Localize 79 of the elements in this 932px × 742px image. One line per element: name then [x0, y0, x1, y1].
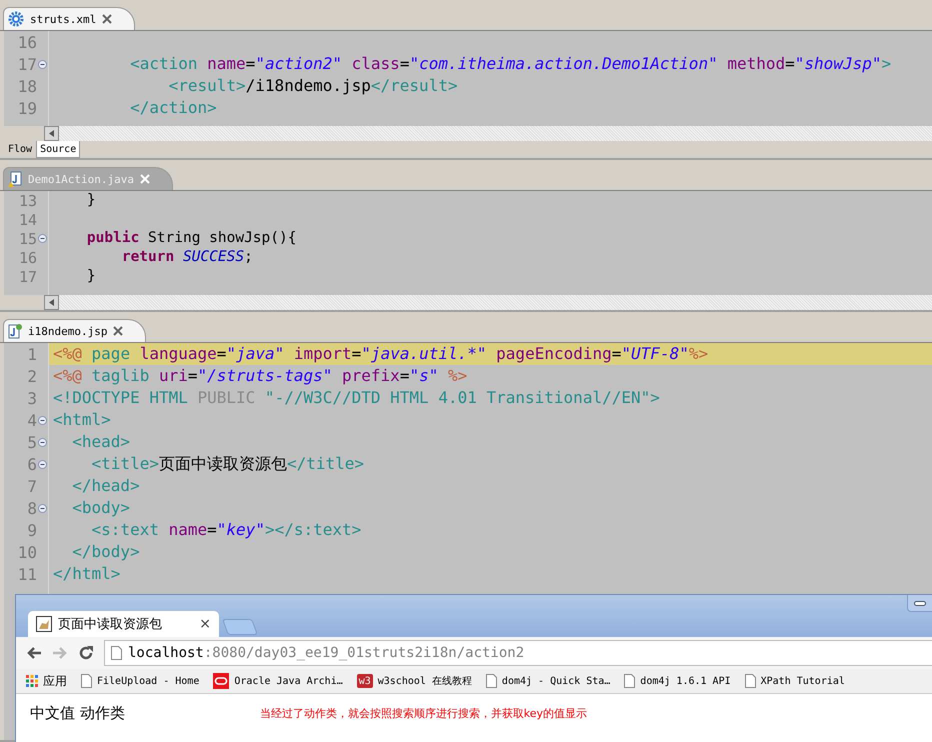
horizontal-scrollbar[interactable] — [44, 126, 932, 141]
line-number: 10 — [18, 542, 37, 562]
bookmark-link[interactable]: FileUpload - Home — [97, 676, 200, 686]
collapse-icon[interactable] — [38, 416, 47, 424]
page-icon — [624, 674, 636, 688]
view-tab[interactable]: Source — [36, 141, 80, 158]
collapse-icon[interactable] — [38, 504, 47, 512]
bookmark-link[interactable]: dom4j - Quick Sta… — [502, 676, 610, 686]
code-line: } — [86, 267, 96, 286]
page-icon — [744, 674, 756, 688]
page-icon — [486, 674, 497, 688]
collapse-icon[interactable] — [38, 234, 47, 243]
editor-tab[interactable]: struts.xml — [3, 7, 136, 30]
reload-icon[interactable] — [78, 645, 94, 661]
oval-logo-icon — [213, 673, 230, 689]
line-number: 1 — [27, 344, 37, 364]
code-line: <head> — [71, 431, 130, 453]
jsp-file-icon — [8, 323, 22, 339]
annotation-text: 当经过了动作类，就会按照搜索顺序进行搜索，并获取key的值显示 — [260, 706, 588, 721]
code-line: <title>页面中读取资源包</title> — [90, 453, 364, 475]
w3-badge-icon: w3 — [356, 674, 373, 688]
code-line: public String showJsp(){ — [86, 229, 296, 248]
line-number: 3 — [27, 388, 37, 408]
collapse-icon[interactable] — [38, 60, 47, 68]
editor-tab[interactable]: i18ndemo.jsp — [3, 319, 146, 342]
minimize-icon[interactable] — [914, 600, 926, 606]
bookmark-link[interactable]: dom4j 1.6.1 API — [640, 676, 731, 686]
line-number: 17 — [18, 54, 37, 74]
bookmark-link[interactable]: XPath Tutorial — [760, 676, 845, 686]
code-line: <action name="action2" class="com.itheima.action.Demo1Action" method="showJsp"> — [129, 53, 892, 75]
line-number: 16 — [18, 248, 37, 266]
line-number: 18 — [18, 76, 37, 96]
collapse-icon[interactable] — [38, 460, 47, 468]
code-line: <body> — [71, 497, 130, 519]
line-number: 11 — [18, 564, 37, 584]
line-number: 2 — [27, 366, 37, 386]
grid-icon — [26, 675, 38, 687]
collapse-icon[interactable] — [38, 438, 47, 446]
line-number: 17 — [18, 268, 37, 286]
code-line: </action> — [129, 97, 217, 119]
left-arrow-icon[interactable] — [49, 130, 54, 137]
close-icon[interactable] — [102, 14, 112, 24]
java-file-icon — [8, 171, 22, 187]
line-number: 4 — [27, 410, 37, 430]
line-number: 19 — [18, 98, 37, 118]
code-line: </body> — [71, 541, 140, 563]
code-line: <html> — [52, 409, 111, 431]
code-line: <s:text name="key"></s:text> — [90, 519, 362, 541]
code-line: <result>/i18ndemo.jsp</result> — [168, 75, 458, 97]
line-number: 13 — [18, 192, 37, 210]
page-icon — [81, 674, 92, 688]
code-line: </head> — [71, 475, 140, 497]
page-text: 中文值 动作类 — [30, 704, 125, 723]
page-icon — [111, 646, 122, 660]
code-line: } — [86, 191, 96, 210]
bookmark-link[interactable]: 应用 — [43, 672, 67, 690]
code-line: <%@ page language="java" import="java.util.*" pageEncoding="UTF-8"%> — [52, 343, 708, 365]
close-icon[interactable] — [113, 326, 124, 336]
line-number: 5 — [27, 432, 37, 452]
minimize-button[interactable] — [907, 595, 932, 612]
left-arrow-icon[interactable] — [49, 299, 54, 306]
view-tab[interactable]: Flow — [4, 141, 36, 158]
line-number: 15 — [18, 230, 37, 248]
address-field[interactable]: localhost:8080/day03_ee19_01struts2i18n/action2 — [104, 640, 932, 666]
gear-icon — [8, 11, 24, 27]
back-icon[interactable] — [26, 646, 42, 660]
code-line: <%@ taglib uri="/struts-tags" prefix="s" %> — [52, 365, 468, 387]
code-line: </html> — [52, 563, 120, 585]
line-number: 14 — [18, 210, 37, 228]
browser-tab[interactable]: 页面中读取资源包 × — [28, 611, 219, 637]
bookmark-link[interactable]: w3school 在线教程 — [378, 674, 472, 688]
code-line: return SUCCESS; — [120, 248, 253, 267]
line-number: 16 — [18, 32, 37, 52]
line-number: 7 — [27, 476, 37, 496]
line-number: 6 — [27, 454, 37, 474]
line-number: 8 — [27, 498, 37, 518]
bookmark-link[interactable]: Oracle Java Archi… — [234, 676, 343, 686]
horizontal-scrollbar[interactable] — [44, 295, 932, 310]
line-number: 9 — [27, 520, 37, 540]
